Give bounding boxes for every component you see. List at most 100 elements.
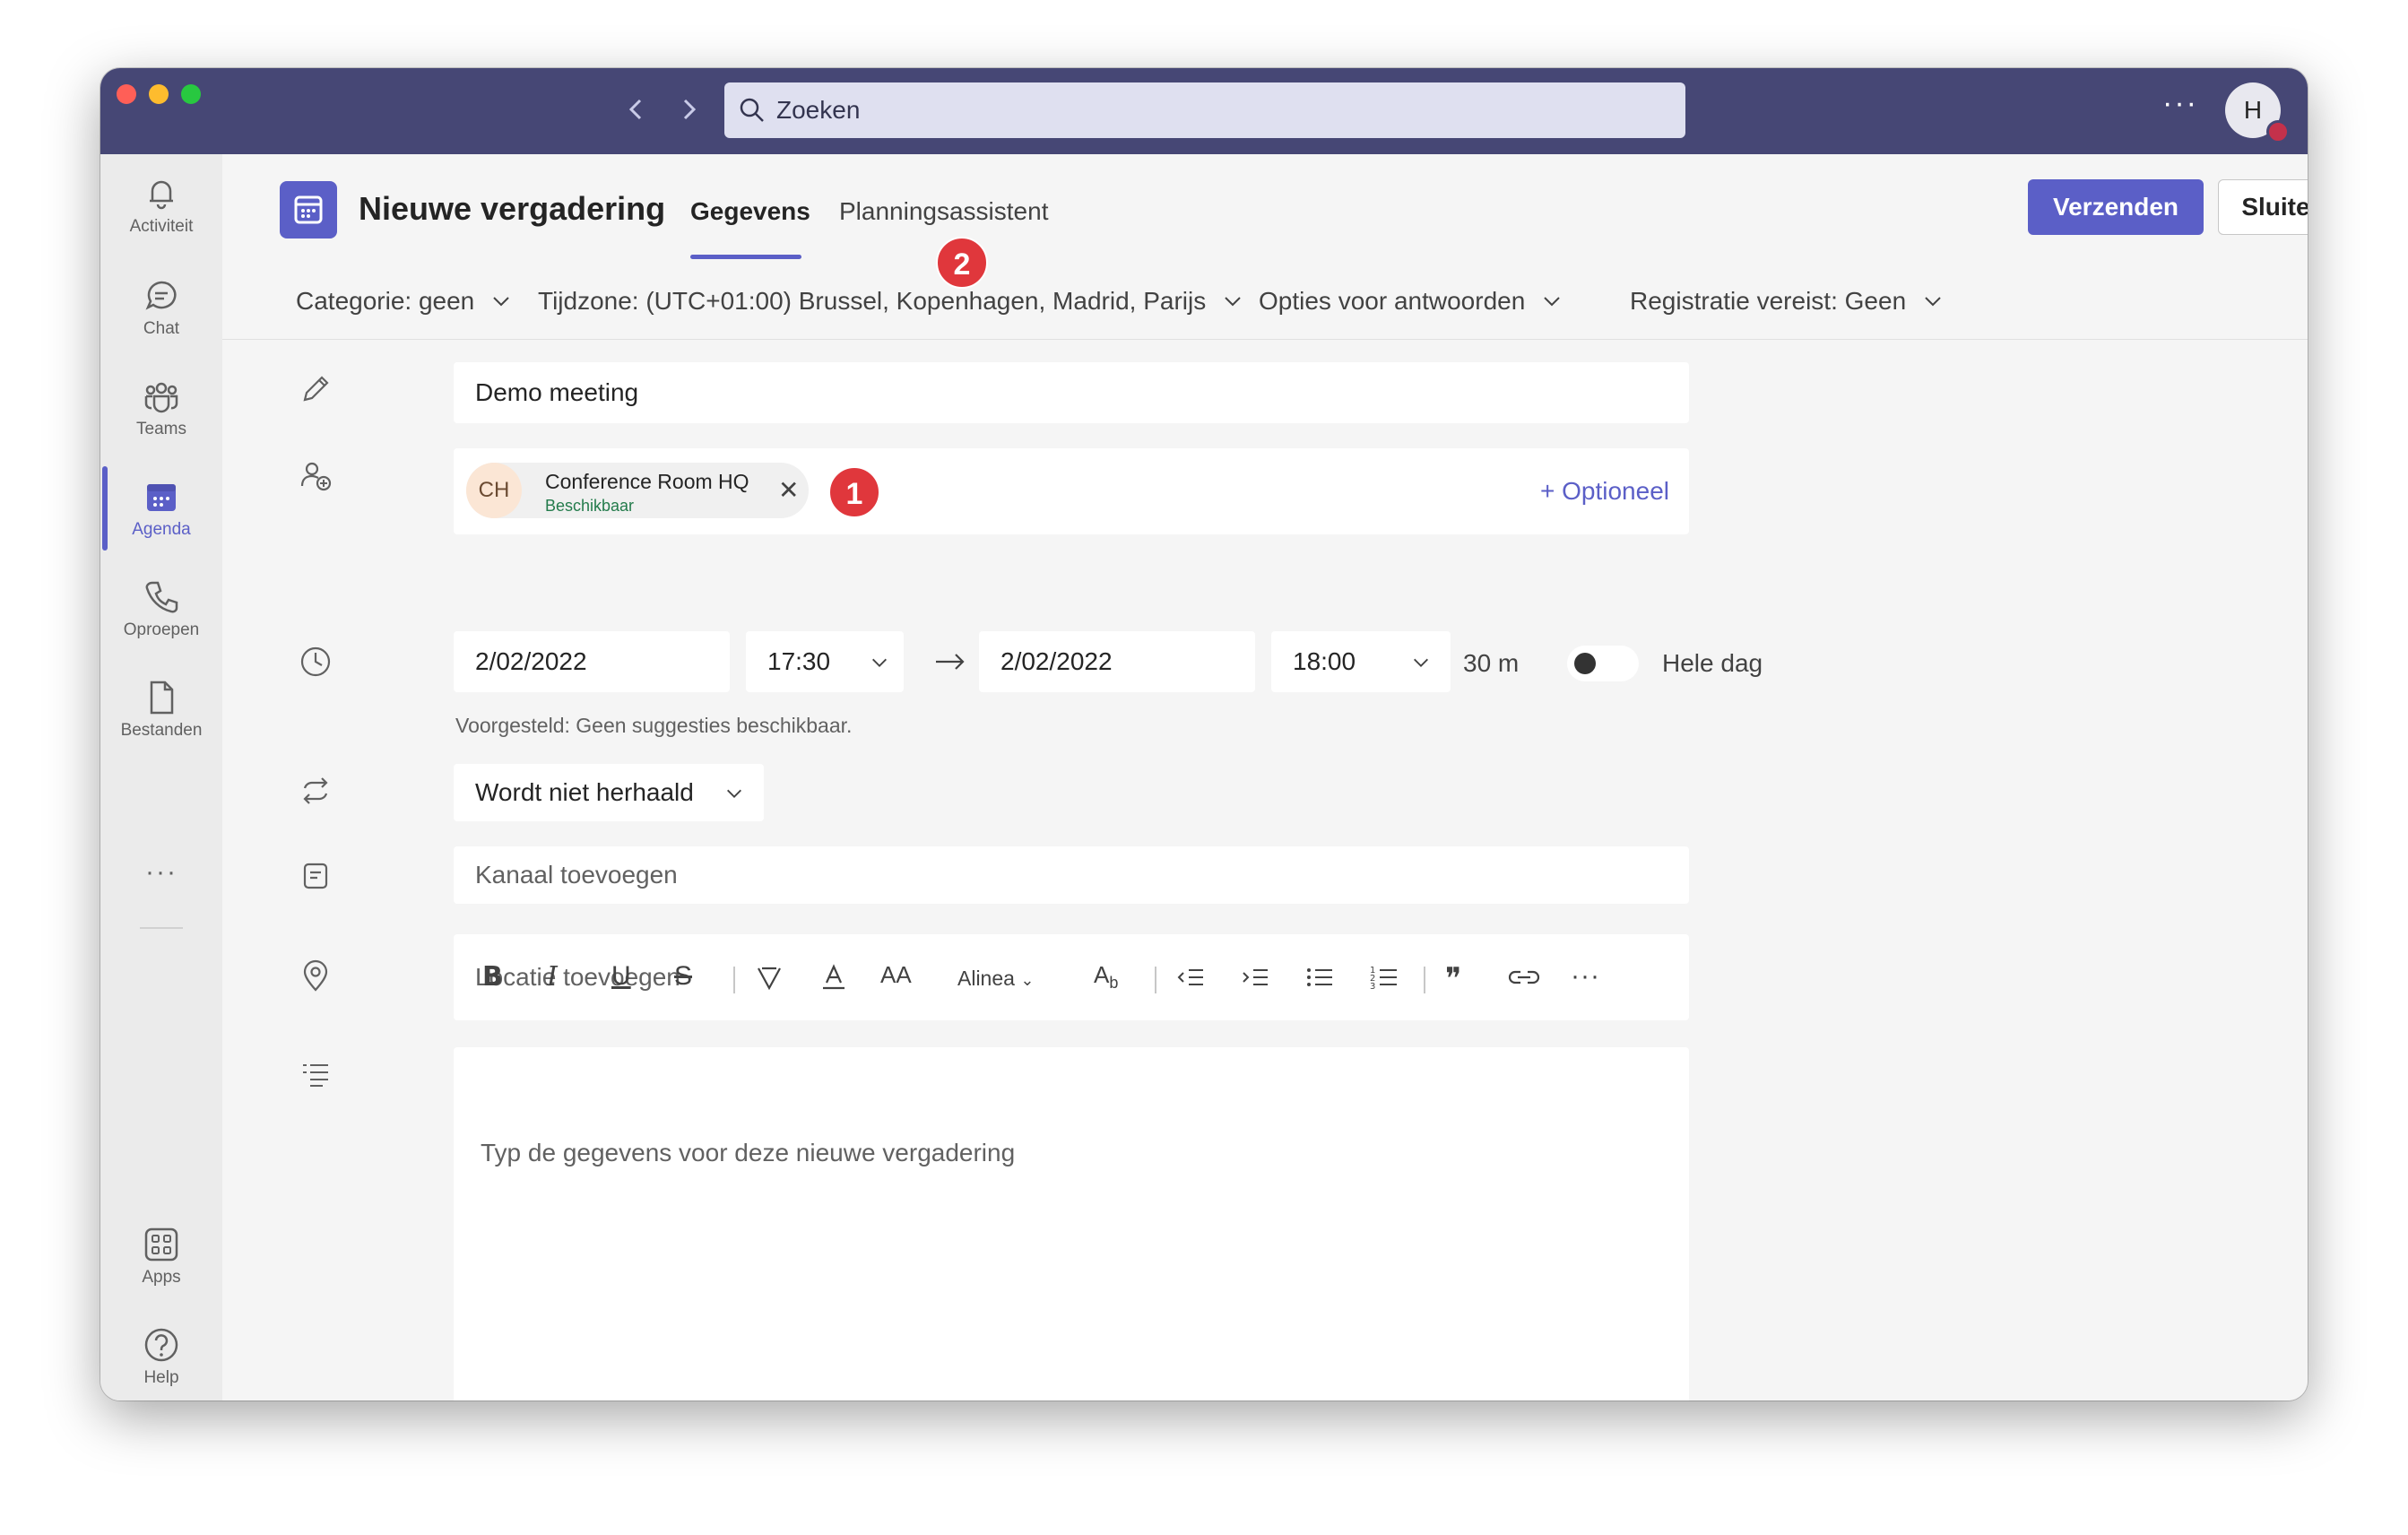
teams-icon xyxy=(144,382,178,413)
more-format-icon[interactable]: ··· xyxy=(1571,961,1600,992)
details-icon xyxy=(298,1056,333,1092)
indent-icon[interactable] xyxy=(1239,961,1271,1001)
back-arrow-icon[interactable] xyxy=(619,91,654,127)
timezone-label: Tijdzone: (UTC+01:00) Brussel, Kopenhage… xyxy=(538,287,1207,315)
category-label: Categorie: geen xyxy=(296,287,475,315)
registration-label: Registratie vereist: Geen xyxy=(1630,287,1907,315)
font-size-button[interactable]: AA xyxy=(880,961,912,989)
details-editor[interactable]: Typ de gegevens voor deze nieuwe vergade… xyxy=(454,1047,1689,1401)
page-title: Nieuwe vergadering xyxy=(359,190,666,227)
location-placeholder: Locatie toevoegen xyxy=(475,963,680,991)
clear-format-icon[interactable]: Ab xyxy=(1094,961,1118,993)
rail-item-bestanden[interactable]: Bestanden xyxy=(100,678,222,768)
rail-label: Teams xyxy=(136,420,186,438)
suggestion-text: Voorgesteld: Geen suggesties beschikbaar… xyxy=(455,714,853,737)
repeat-value: Wordt niet herhaald xyxy=(475,778,694,806)
start-date-input[interactable]: 2/02/2022 xyxy=(454,631,730,692)
close-window-button[interactable] xyxy=(117,84,136,104)
highlight-icon[interactable] xyxy=(753,961,785,1001)
more-apps-icon[interactable]: ··· xyxy=(100,857,222,888)
paragraph-dropdown[interactable]: Alinea ⌄ xyxy=(957,967,1034,991)
calendar-icon xyxy=(280,181,337,238)
toolbar-divider xyxy=(733,967,735,993)
rail-label: Help xyxy=(143,1368,179,1387)
tab-gegevens[interactable]: Gegevens xyxy=(690,197,810,226)
app-rail: Activiteit Chat Teams Agenda Oproepen Be… xyxy=(100,154,222,1401)
rail-item-help[interactable]: Help xyxy=(100,1325,222,1401)
bell-icon xyxy=(150,180,173,210)
font-color-icon[interactable] xyxy=(818,961,850,1001)
attendees-input[interactable]: CH Conference Room HQ Beschikbaar ✕ 1 + … xyxy=(454,448,1689,534)
repeat-dropdown[interactable]: Wordt niet herhaald xyxy=(454,764,764,821)
all-day-toggle[interactable] xyxy=(1567,646,1639,681)
minimize-window-button[interactable] xyxy=(149,84,169,104)
rail-label: Agenda xyxy=(132,520,191,539)
outdent-icon[interactable] xyxy=(1174,961,1207,1001)
forward-arrow-icon[interactable] xyxy=(671,91,706,127)
arrow-right-icon xyxy=(934,649,966,679)
response-options-label: Opties voor antwoorden xyxy=(1259,287,1526,315)
search-input[interactable]: Zoeken xyxy=(724,82,1685,138)
maximize-window-button[interactable] xyxy=(181,84,201,104)
link-icon[interactable] xyxy=(1506,961,1542,1001)
quote-icon[interactable]: ❞ xyxy=(1445,961,1461,997)
toggle-knob xyxy=(1574,653,1596,674)
chevron-down-icon xyxy=(1414,658,1428,667)
numbered-list-icon[interactable]: 123 xyxy=(1368,961,1400,1001)
clock-icon xyxy=(298,644,333,680)
chat-icon xyxy=(145,281,177,310)
strikethrough-button[interactable]: S xyxy=(674,961,692,992)
end-time-select[interactable]: 18:00 xyxy=(1271,631,1451,692)
attendee-chip[interactable]: CH Conference Room HQ Beschikbaar ✕ xyxy=(466,463,809,518)
details-placeholder: Typ de gegevens voor deze nieuwe vergade… xyxy=(481,1139,1016,1166)
channel-placeholder: Kanaal toevoegen xyxy=(475,861,678,889)
channel-icon xyxy=(298,857,333,893)
search-placeholder: Zoeken xyxy=(776,96,861,124)
end-date-input[interactable]: 2/02/2022 xyxy=(979,631,1255,692)
send-button[interactable]: Verzenden xyxy=(2028,179,2204,235)
italic-button[interactable]: I xyxy=(547,961,558,993)
duration-label: 30 m xyxy=(1463,649,1520,677)
rail-item-apps[interactable]: Apps xyxy=(100,1225,222,1314)
optional-attendees-link[interactable]: + Optioneel xyxy=(1540,477,1669,506)
end-date-value: 2/02/2022 xyxy=(1000,647,1113,675)
rail-label: Oproepen xyxy=(123,620,200,639)
title-bar: Zoeken ··· H xyxy=(100,68,2308,154)
callout-badge-1: 1 xyxy=(828,466,880,518)
category-dropdown[interactable]: Categorie: geen xyxy=(296,287,512,316)
attendee-name: Conference Room HQ xyxy=(545,470,749,493)
add-attendee-icon xyxy=(298,457,333,493)
close-button[interactable]: Sluiten xyxy=(2218,179,2308,235)
registration-dropdown[interactable]: Registratie vereist: Geen xyxy=(1630,287,1944,316)
more-options-icon[interactable]: ··· xyxy=(2162,86,2198,121)
response-options-dropdown[interactable]: Opties voor antwoorden xyxy=(1259,287,1563,316)
tab-planningsassistent[interactable]: Planningsassistent xyxy=(839,197,1048,226)
meeting-form: Nieuwe vergadering Gegevens Planningsass… xyxy=(222,154,2308,1401)
location-input[interactable]: Locatie toevoegen xyxy=(454,934,1689,1020)
underline-button[interactable]: U xyxy=(611,961,631,992)
rail-item-teams[interactable]: Teams xyxy=(100,377,222,466)
rail-item-oproepen[interactable]: Oproepen xyxy=(100,577,222,667)
channel-input[interactable]: Kanaal toevoegen xyxy=(454,846,1689,904)
phone-icon xyxy=(145,581,178,613)
timezone-dropdown[interactable]: Tijdzone: (UTC+01:00) Brussel, Kopenhage… xyxy=(538,287,1243,316)
tab-underline xyxy=(690,255,801,259)
rail-label: Chat xyxy=(143,319,180,338)
help-icon xyxy=(144,1328,178,1362)
presence-status-icon xyxy=(2266,120,2290,143)
remove-attendee-icon[interactable]: ✕ xyxy=(778,475,799,505)
bullet-list-icon[interactable] xyxy=(1304,961,1336,1001)
chevron-down-icon xyxy=(493,297,509,307)
title-input[interactable]: Demo meeting xyxy=(454,362,1689,423)
rail-label: Bestanden xyxy=(120,721,203,740)
teams-window: Zoeken ··· H Activiteit Chat Teams Agend… xyxy=(100,68,2308,1401)
start-date-value: 2/02/2022 xyxy=(475,647,587,675)
bold-button[interactable]: B xyxy=(482,961,503,993)
rail-item-activiteit[interactable]: Activiteit xyxy=(100,174,222,264)
rail-item-agenda[interactable]: Agenda xyxy=(100,477,222,567)
start-time-select[interactable]: 17:30 xyxy=(746,631,904,692)
chevron-down-icon xyxy=(1225,297,1241,307)
attendee-avatar: CH xyxy=(466,463,522,518)
rail-item-chat[interactable]: Chat xyxy=(100,276,222,366)
location-icon xyxy=(298,958,333,993)
